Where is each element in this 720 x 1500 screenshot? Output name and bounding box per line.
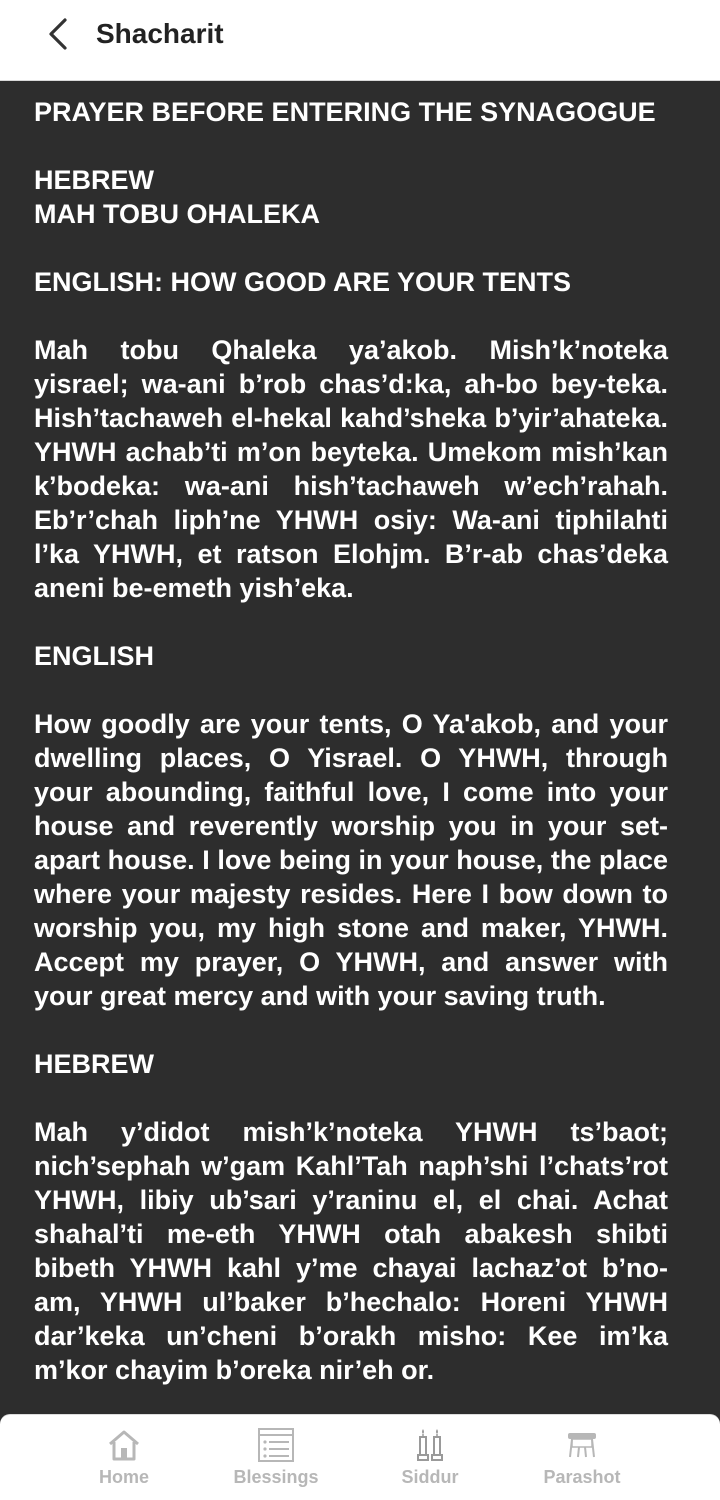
section-label-english: ENGLISH bbox=[34, 641, 155, 671]
section-label-hebrew: HEBREW bbox=[34, 165, 154, 195]
top-app-bar: Shacharit bbox=[0, 0, 720, 81]
home-icon bbox=[109, 1430, 139, 1461]
nav-label-siddur: Siddur bbox=[401, 1467, 459, 1487]
transliteration-paragraph-1: Mah tobu Qhaleka ya’akob. Mish’k’noteka … bbox=[34, 335, 668, 603]
prayer-text-scroll-area[interactable]: PRAYER BEFORE ENTERING THE SYNAGOGUE HEB… bbox=[0, 81, 720, 1414]
section-label-hebrew-2: HEBREW bbox=[34, 1049, 154, 1079]
back-button[interactable] bbox=[36, 14, 80, 54]
section-label-english-title: ENGLISH: HOW GOOD ARE YOUR TENTS bbox=[34, 267, 572, 297]
english-translation-paragraph: How goodly are your tents, O Ya'akob, an… bbox=[34, 709, 668, 1011]
chevron-left-icon bbox=[49, 18, 67, 50]
section-title: MAH TOBU OHALEKA bbox=[34, 199, 320, 229]
nav-label-parashot: Parashot bbox=[543, 1467, 621, 1487]
list-icon bbox=[258, 1428, 294, 1462]
prayer-heading: PRAYER BEFORE ENTERING THE SYNAGOGUE bbox=[34, 97, 656, 127]
nav-label-home: Home bbox=[98, 1467, 149, 1487]
nav-label-blessings: Blessings bbox=[233, 1467, 319, 1487]
nav-item-siddur[interactable]: Siddur bbox=[355, 1427, 505, 1493]
bottom-navigation-bar: Home Blessings Siddur Parashot bbox=[0, 1414, 720, 1500]
candles-icon bbox=[417, 1429, 443, 1461]
transliteration-paragraph-2: Mah y’didot mish’k’noteka YHWH ts’baot; … bbox=[34, 1117, 668, 1385]
nav-item-blessings[interactable]: Blessings bbox=[201, 1427, 351, 1493]
page-title: Shacharit bbox=[96, 18, 224, 49]
nav-item-home[interactable]: Home bbox=[49, 1427, 199, 1493]
nav-item-parashot[interactable]: Parashot bbox=[507, 1427, 657, 1493]
torah-scroll-icon bbox=[568, 1433, 596, 1458]
